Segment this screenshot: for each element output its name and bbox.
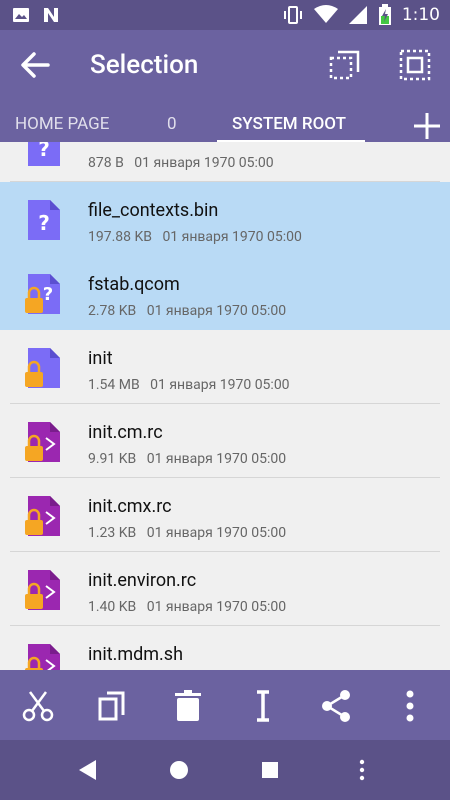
list-item[interactable]: ? 878 B 01 января 1970 05:00 [0, 142, 450, 182]
file-meta: 1.40 KB 01 января 1970 05:00 [88, 599, 286, 615]
file-date: 01 января 1970 05:00 [146, 525, 287, 541]
svg-text:?: ? [43, 284, 53, 305]
file-meta: 878 B 01 января 1970 05:00 [88, 155, 274, 171]
file-size: 9.91 KB [88, 451, 137, 467]
file-date: 01 января 1970 05:00 [146, 599, 287, 615]
list-item[interactable]: ? fstab.qcom 2.78 KB 01 января 1970 05:0… [0, 256, 450, 330]
unknown-file-icon: ? [28, 200, 60, 240]
battery-charging-icon [378, 4, 391, 25]
tab-system-root[interactable]: SYSTEM ROOT [232, 114, 346, 134]
list-item[interactable]: ? file_contexts.bin 197.88 KB 01 января … [0, 182, 450, 256]
file-size: 1.54 MB [88, 377, 140, 393]
file-name: file_contexts.bin [88, 200, 219, 221]
file-name: init [88, 348, 113, 369]
tab-bar: HOME PAGE 0 SYSTEM ROOT [0, 110, 450, 143]
locked-unknown-file-icon: ? [25, 274, 60, 314]
list-item[interactable]: init.mdm.sh [0, 626, 450, 670]
file-meta: 1.23 KB 01 января 1970 05:00 [88, 525, 286, 541]
file-meta: 1.54 MB 01 января 1970 05:00 [88, 377, 290, 393]
recents-square-icon[interactable] [258, 758, 282, 782]
file-name: init.cmx.rc [88, 496, 172, 517]
cut-icon[interactable] [20, 688, 56, 724]
bottom-action-bar [0, 670, 450, 740]
file-size: 2.78 KB [88, 303, 137, 319]
list-item[interactable]: init.environ.rc 1.40 KB 01 января 1970 0… [0, 552, 450, 626]
share-icon[interactable] [318, 688, 354, 724]
file-meta: 2.78 KB 01 января 1970 05:00 [88, 303, 286, 319]
plus-icon[interactable] [411, 110, 443, 142]
more-vertical-icon[interactable] [392, 688, 428, 724]
vibrate-icon [283, 6, 302, 24]
file-size: 878 B [88, 155, 124, 171]
file-size: 1.40 KB [88, 599, 137, 615]
status-left [12, 6, 60, 24]
file-date: 01 января 1970 05:00 [146, 303, 287, 319]
system-nav-bar [0, 740, 450, 800]
file-name: fstab.qcom [88, 274, 180, 295]
copy-selection-icon[interactable] [328, 48, 362, 82]
svg-text:?: ? [38, 211, 50, 235]
file-name: init.environ.rc [88, 570, 197, 591]
locked-script-file-icon [25, 422, 60, 462]
file-size: 1.23 KB [88, 525, 137, 541]
list-item[interactable]: init 1.54 MB 01 января 1970 05:00 [0, 330, 450, 404]
status-bar: 1:10 [0, 0, 450, 30]
locked-script-file-icon [25, 496, 60, 536]
signal-icon [348, 6, 367, 24]
file-size: 197.88 KB [88, 229, 153, 245]
n-app-icon [44, 8, 58, 22]
locked-script-file-icon [25, 570, 60, 610]
status-right: 1:10 [282, 4, 440, 26]
tab-zero[interactable]: 0 [167, 114, 177, 134]
select-all-icon[interactable] [398, 48, 432, 82]
wifi-icon [313, 5, 338, 23]
image-icon [13, 8, 29, 22]
list-item[interactable]: init.cm.rc 9.91 KB 01 января 1970 05:00 [0, 404, 450, 478]
back-arrow-icon[interactable] [18, 48, 52, 82]
file-meta: 197.88 KB 01 января 1970 05:00 [88, 229, 302, 245]
unknown-file-icon: ? [28, 142, 60, 166]
delete-icon[interactable] [170, 688, 206, 724]
file-date: 01 января 1970 05:00 [134, 155, 274, 171]
file-name: init.mdm.sh [88, 644, 184, 665]
page-title: Selection [90, 50, 199, 80]
more-dots-icon[interactable] [350, 758, 374, 782]
file-list[interactable]: ? 878 B 01 января 1970 05:00 ? file_cont… [0, 142, 450, 670]
app-bar: Selection HOME PAGE 0 SYSTEM ROOT [0, 30, 450, 143]
file-date: 01 января 1970 05:00 [150, 377, 290, 393]
home-circle-icon[interactable] [167, 758, 191, 782]
file-meta: 9.91 KB 01 января 1970 05:00 [88, 451, 286, 467]
locked-script-file-icon [25, 644, 60, 670]
file-date: 01 января 1970 05:00 [146, 451, 287, 467]
list-item[interactable]: init.cmx.rc 1.23 KB 01 января 1970 05:00 [0, 478, 450, 552]
back-triangle-icon[interactable] [76, 758, 100, 782]
svg-text:?: ? [38, 142, 50, 161]
rename-icon[interactable] [245, 688, 281, 724]
file-name: init.cm.rc [88, 422, 163, 443]
clock: 1:10 [401, 5, 440, 25]
file-date: 01 января 1970 05:00 [162, 229, 302, 245]
tab-home-page[interactable]: HOME PAGE [15, 114, 109, 134]
copy-icon[interactable] [95, 688, 131, 724]
locked-file-icon [25, 348, 60, 388]
